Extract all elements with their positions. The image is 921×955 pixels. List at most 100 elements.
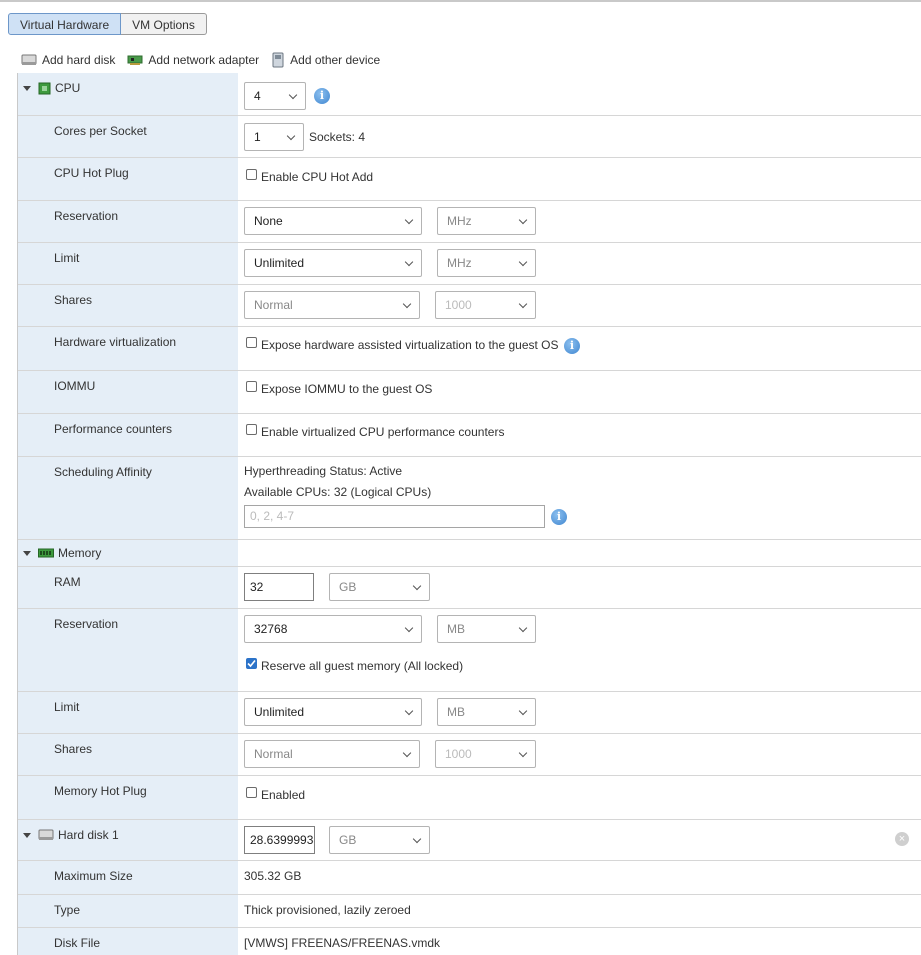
info-icon[interactable]: i (551, 509, 567, 525)
add-hard-disk-label: Add hard disk (42, 53, 116, 67)
cpu-limit-label: Limit (54, 251, 80, 265)
hard-disk-row: Hard disk 1 28.639999389648438 GB × (18, 820, 921, 861)
disk-file-value: [VMWS] FREENAS/FREENAS.vmdk (244, 936, 441, 950)
cpu-shares-label: Shares (54, 293, 93, 307)
cpu-reservation-label: Reservation (54, 209, 119, 223)
hard-disk-header[interactable]: Hard disk 1 (23, 828, 119, 842)
iommu-checkbox[interactable] (246, 381, 257, 392)
cpu-hot-add-label: Enable CPU Hot Add (261, 170, 374, 184)
hard-disk-label: Hard disk 1 (58, 828, 119, 842)
performance-counters-row: Performance counters Enable virtualized … (18, 414, 921, 457)
add-other-device-label: Add other device (290, 53, 381, 67)
memory-reservation-unit-select[interactable]: MB (437, 615, 536, 643)
disk-type-label: Type (54, 903, 81, 917)
disk-file-row: Disk File [VMWS] FREENAS/FREENAS.vmdk (18, 928, 921, 955)
memory-hot-plug-checkbox[interactable] (246, 787, 257, 798)
max-size-row: Maximum Size 305.32 GB (18, 861, 921, 895)
memory-reservation-select[interactable]: 32768 (244, 615, 422, 643)
cpu-hot-plug-label: CPU Hot Plug (54, 166, 129, 180)
performance-counters-checkbox[interactable] (246, 424, 257, 435)
memory-shares-select[interactable]: Normal (244, 740, 420, 768)
memory-label: Memory (58, 546, 102, 560)
hard-disk-size-input[interactable]: 28.639999389648438 (244, 826, 315, 854)
checkmark-icon (247, 659, 256, 668)
available-cpus: Available CPUs: 32 (Logical CPUs) (244, 485, 432, 499)
collapse-caret-icon[interactable] (23, 85, 31, 91)
cpu-limit-unit-select[interactable]: MHz (437, 249, 536, 277)
add-network-adapter-button[interactable]: Add network adapter (127, 53, 259, 67)
memory-header[interactable]: Memory (23, 546, 101, 560)
network-adapter-icon (127, 55, 143, 65)
memory-hot-plug-row: Memory Hot Plug Enabled (18, 776, 921, 820)
iommu-row: IOMMU Expose IOMMU to the guest OS (18, 371, 921, 414)
disk-type-value: Thick provisioned, lazily zeroed (244, 903, 411, 917)
memory-shares-amount-select[interactable]: 1000 (435, 740, 536, 768)
memory-limit-select[interactable]: Unlimited (244, 698, 422, 726)
scheduling-affinity-label: Scheduling Affinity (54, 465, 152, 479)
cpu-limit-select[interactable]: Unlimited (244, 249, 422, 277)
cpu-hot-add-checkbox[interactable] (246, 169, 257, 180)
tab-virtual-hardware[interactable]: Virtual Hardware (8, 13, 122, 35)
iommu-text: Expose IOMMU to the guest OS (261, 382, 433, 396)
ram-unit-select[interactable]: GB (329, 573, 430, 601)
cpu-count-select[interactable]: 4 (244, 82, 306, 110)
memory-reservation-row: Reservation 32768 MB Reserve all guest m… (18, 609, 921, 692)
memory-limit-label: Limit (54, 700, 80, 714)
hardware-virtualization-row: Hardware virtualization Expose hardware … (18, 327, 921, 371)
hardware-virtualization-checkbox[interactable] (246, 337, 257, 348)
hardware-table: CPU 4 i Cores per Socket 1 Sockets: 4 CP… (17, 73, 921, 955)
add-hard-disk-button[interactable]: Add hard disk (21, 53, 115, 67)
memory-shares-row: Shares Normal 1000 (18, 734, 921, 776)
collapse-caret-icon[interactable] (23, 550, 31, 556)
hyperthreading-status: Hyperthreading Status: Active (244, 464, 403, 478)
cpu-reservation-row: Reservation None MHz (18, 201, 921, 243)
memory-limit-unit-select[interactable]: MB (437, 698, 536, 726)
affinity-input[interactable]: 0, 2, 4-7 (244, 505, 545, 528)
remove-device-icon[interactable]: × (895, 832, 909, 846)
cpu-limit-row: Limit Unlimited MHz (18, 243, 921, 285)
cpu-shares-select[interactable]: Normal (244, 291, 420, 319)
cpu-row: CPU 4 i (18, 73, 921, 116)
cpu-reservation-unit-select[interactable]: MHz (437, 207, 536, 235)
hard-disk-unit-select[interactable]: GB (329, 826, 430, 854)
memory-hot-plug-text: Enabled (261, 788, 306, 802)
iommu-label: IOMMU (54, 379, 96, 393)
performance-counters-label: Performance counters (54, 422, 173, 436)
reserve-all-memory-text: Reserve all guest memory (All locked) (261, 659, 464, 673)
scheduling-affinity-row: Scheduling Affinity Hyperthreading Statu… (18, 457, 921, 540)
device-toolbar: Add hard disk Add network adapter Add ot… (21, 52, 380, 68)
info-icon[interactable]: i (564, 338, 580, 354)
cpu-label: CPU (55, 81, 81, 95)
disk-type-row: Type Thick provisioned, lazily zeroed (18, 895, 921, 928)
cores-per-socket-label: Cores per Socket (54, 124, 147, 138)
hardware-virtualization-text: Expose hardware assisted virtualization … (261, 338, 559, 352)
hard-disk-icon (38, 829, 54, 840)
collapse-caret-icon[interactable] (23, 832, 31, 838)
cpu-reservation-select[interactable]: None (244, 207, 422, 235)
cpu-hot-plug-row: CPU Hot Plug Enable CPU Hot Add (18, 158, 921, 201)
memory-limit-row: Limit Unlimited MB (18, 692, 921, 734)
ram-label: RAM (54, 575, 81, 589)
disk-file-label: Disk File (54, 936, 101, 950)
hardware-virtualization-label: Hardware virtualization (54, 335, 177, 349)
cpu-header[interactable]: CPU (23, 81, 80, 95)
cpu-shares-amount-select[interactable]: 1000 (435, 291, 536, 319)
add-other-device-button[interactable]: Add other device (271, 52, 380, 68)
top-border (0, 0, 921, 2)
cpu-icon (38, 82, 51, 94)
memory-hot-plug-label: Memory Hot Plug (54, 784, 147, 798)
memory-reservation-label: Reservation (54, 617, 119, 631)
tab-bar: Virtual Hardware VM Options (8, 13, 207, 35)
other-device-icon (272, 52, 284, 68)
ram-input[interactable]: 32 (244, 573, 314, 601)
reserve-all-memory-checkbox[interactable] (246, 658, 257, 669)
cores-per-socket-row: Cores per Socket 1 Sockets: 4 (18, 116, 921, 158)
max-size-value: 305.32 GB (244, 869, 302, 883)
cores-per-socket-select[interactable]: 1 (244, 123, 304, 151)
memory-shares-label: Shares (54, 742, 93, 756)
memory-row: Memory (18, 540, 921, 567)
info-icon[interactable]: i (314, 88, 330, 104)
sockets-text: Sockets: 4 (309, 130, 366, 144)
tab-vm-options[interactable]: VM Options (121, 13, 207, 35)
hard-disk-icon (21, 54, 37, 65)
